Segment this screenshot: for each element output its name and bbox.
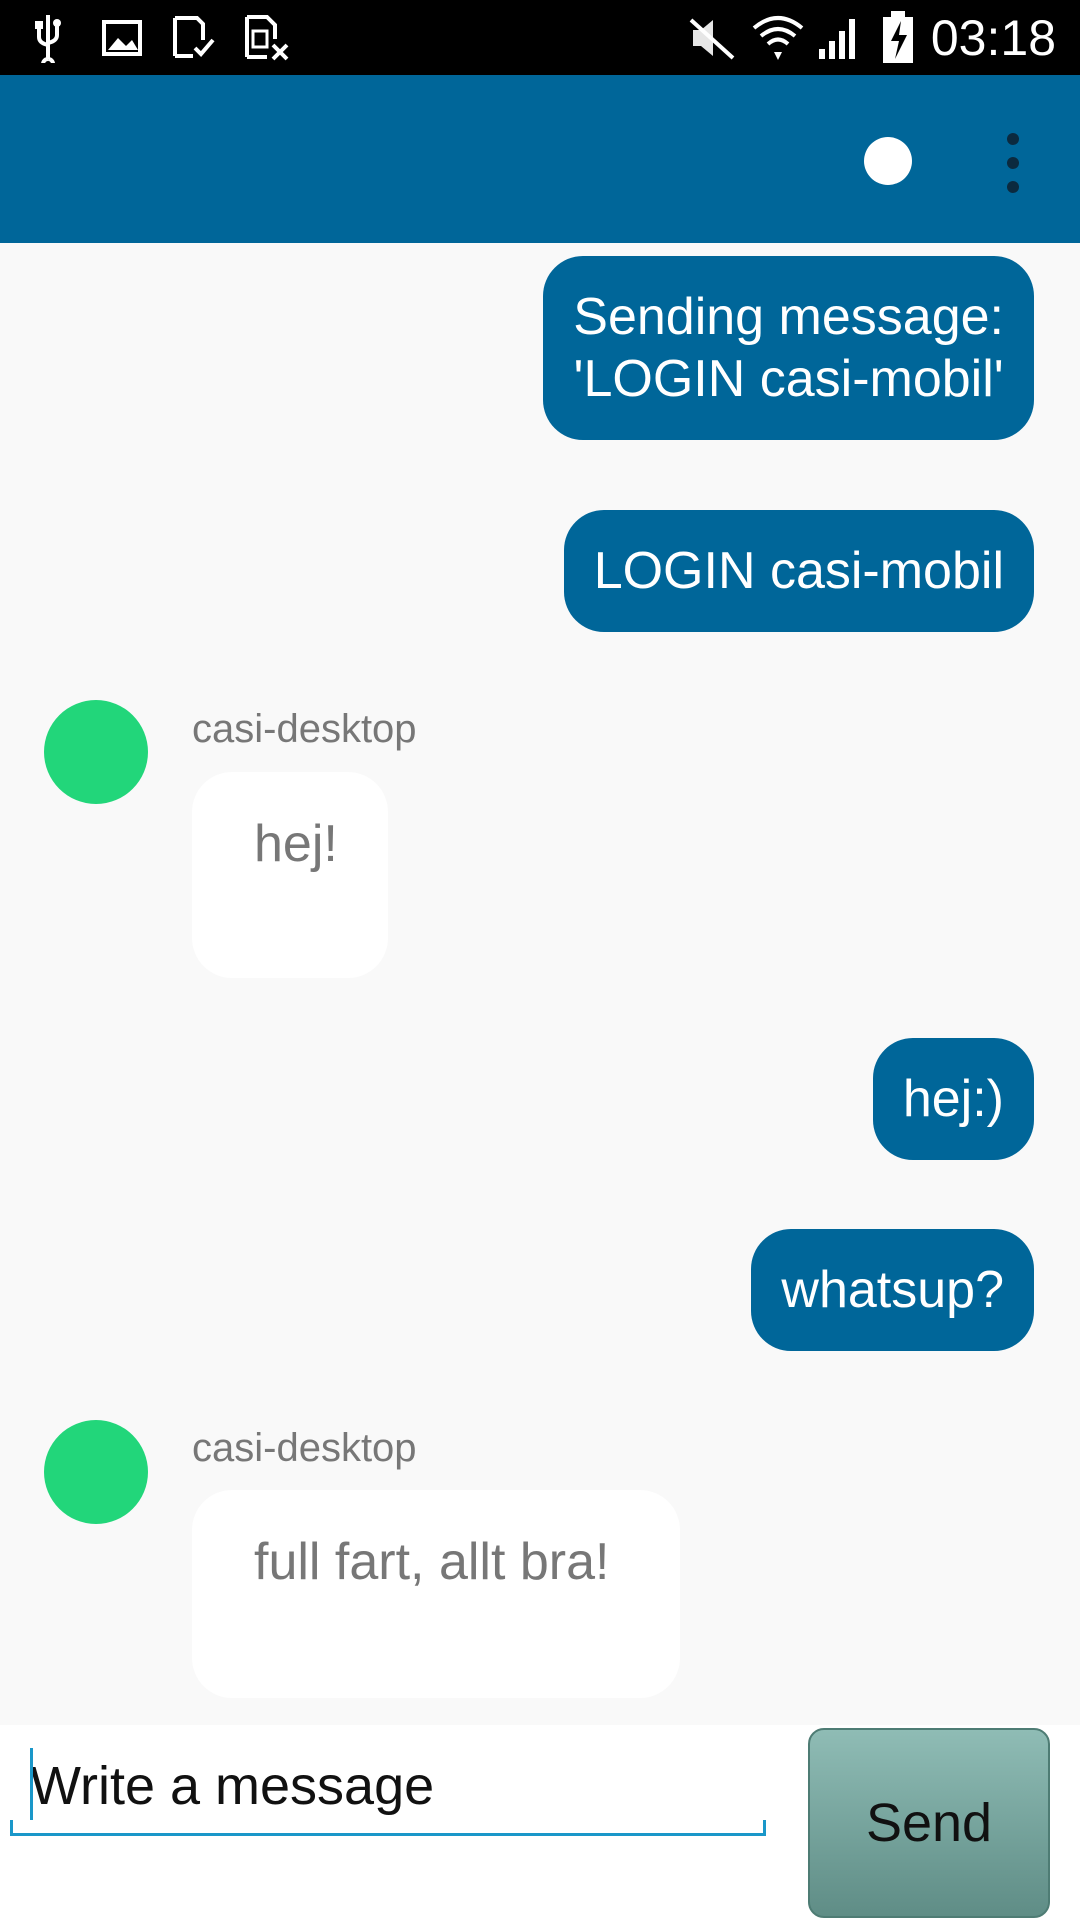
incoming-message-bubble: full fart, allt bra! [192, 1490, 680, 1698]
image-icon [100, 12, 144, 64]
message-text: LOGIN casi-mobil [593, 542, 1004, 600]
avatar [44, 1420, 148, 1524]
status-bar: 03:18 [0, 0, 1080, 75]
signal-icon [814, 12, 864, 64]
connection-status-indicator [864, 137, 912, 185]
message-text: Sending message: [573, 288, 1004, 346]
more-vert-icon[interactable] [998, 133, 1028, 193]
avatar [44, 700, 148, 804]
outgoing-message-bubble: Sending message: 'LOGIN casi-mobil' [543, 256, 1034, 440]
send-button[interactable]: Send [808, 1728, 1050, 1918]
outgoing-message-bubble: whatsup? [751, 1229, 1034, 1351]
message-text: whatsup? [781, 1261, 1004, 1319]
sender-name: casi-desktop [192, 1426, 417, 1470]
mute-icon [686, 12, 738, 64]
text-cursor [30, 1748, 33, 1820]
incoming-message-bubble: hej! [192, 772, 388, 978]
message-text: hej! [254, 815, 338, 873]
message-text: full fart, allt bra! [254, 1533, 610, 1591]
sender-name: casi-desktop [192, 707, 417, 751]
wifi-icon [752, 12, 804, 64]
message-text: hej:) [902, 1070, 1004, 1128]
app-bar [0, 75, 1080, 243]
message-text: 'LOGIN casi-mobil' [573, 350, 1004, 408]
usb-icon [28, 12, 68, 64]
message-input-underline [10, 1820, 766, 1836]
sim-card-x-icon [242, 12, 292, 64]
outgoing-message-bubble: LOGIN casi-mobil [563, 510, 1034, 632]
sd-card-check-icon [170, 12, 218, 64]
battery-charging-icon [878, 11, 918, 64]
outgoing-message-bubble: hej:) [872, 1038, 1034, 1160]
status-time: 03:18 [930, 10, 1056, 66]
